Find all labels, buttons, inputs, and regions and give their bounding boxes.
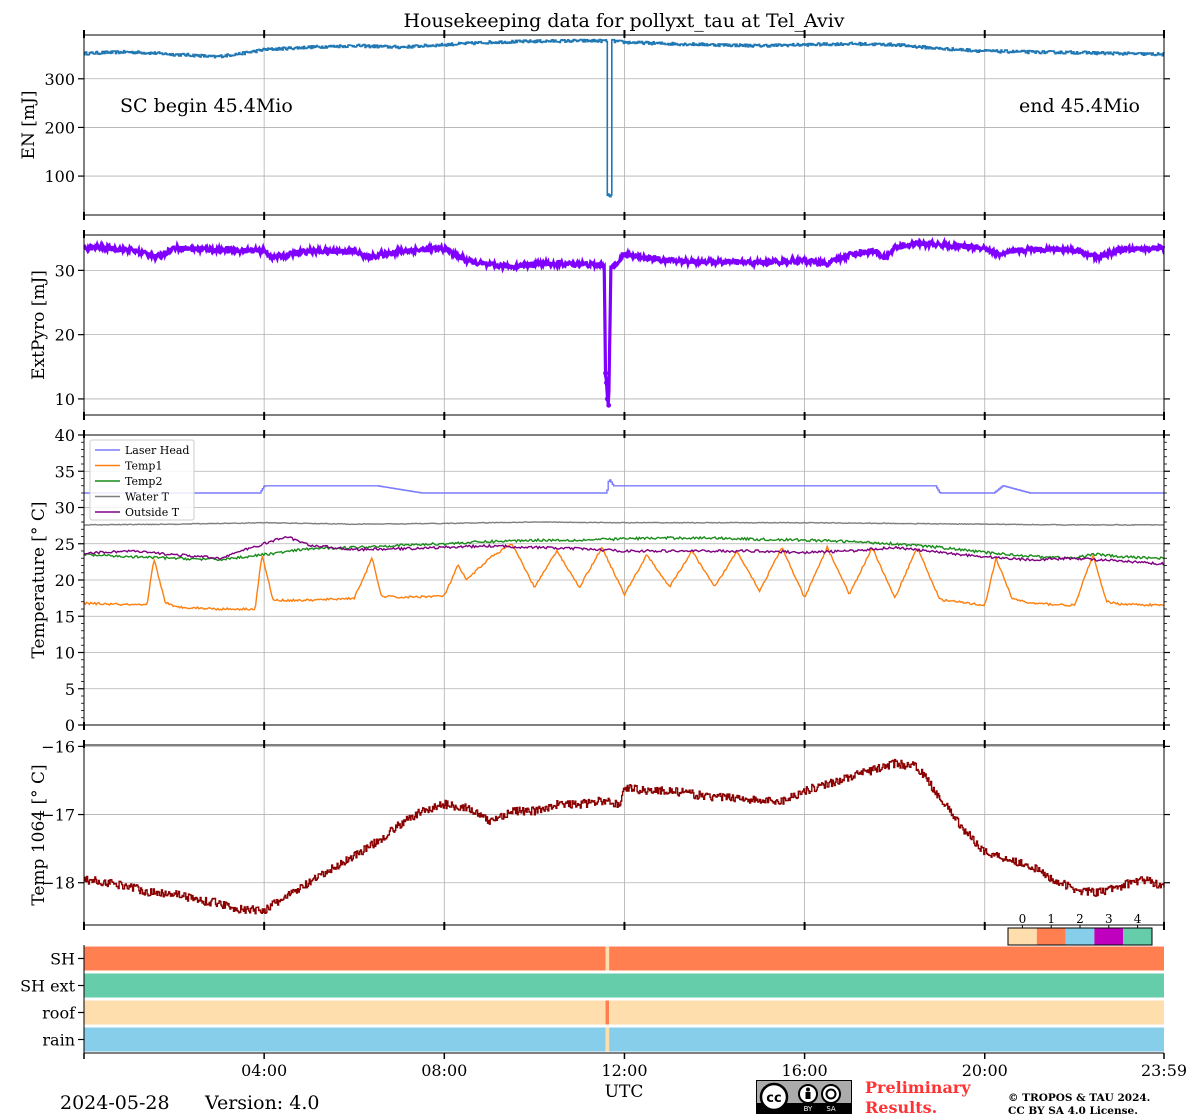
colorbar-swatch-0: [1008, 928, 1037, 945]
ytick-label-2: 30: [55, 261, 75, 280]
status-cell: [609, 1027, 1164, 1052]
legend-label-4: Outside T: [125, 506, 180, 519]
colorbar-swatch-2: [1065, 928, 1095, 945]
preliminary-line1: Preliminary: [865, 1078, 971, 1097]
date-label: 2024-05-28: [60, 1092, 170, 1114]
ytick-label-2: 300: [44, 70, 75, 89]
temperature-series-laser-head: [84, 479, 1164, 494]
svg-text:cc: cc: [766, 1091, 781, 1106]
temp1064-series-line: [84, 758, 1165, 915]
xtick-label-1: 08:00: [421, 1061, 467, 1080]
y-axis-label: Temp 1064 [° C]: [29, 764, 49, 905]
preliminary-line2: Results.: [865, 1098, 938, 1117]
y-axis-label: Temperature [° C]: [29, 502, 49, 659]
copyright-line2: CC BY SA 4.0 License.: [1008, 1105, 1138, 1117]
ytick-label-7: 35: [55, 462, 75, 481]
legend-label-2: Temp2: [125, 475, 162, 488]
ytick-label-0: 10: [55, 390, 75, 409]
legend-label-1: Temp1: [125, 460, 162, 473]
x-axis-label: UTC: [605, 1082, 644, 1102]
extpyro-point: [604, 380, 609, 386]
axes-frame: [83, 744, 1165, 926]
energy-series-line: [84, 38, 1165, 198]
legend-label-3: Water T: [125, 491, 170, 504]
colorbar-label-4: 4: [1134, 912, 1142, 926]
housekeeping-figure: Housekeeping data for pollyxt_tau at Tel…: [19, 10, 1187, 1102]
extpyro-point: [604, 396, 610, 402]
ytick-label-4: 20: [55, 571, 75, 590]
ytick-label-1: 5: [65, 680, 75, 699]
copyright-line1: © TROPOS & TAU 2024.: [1008, 1092, 1151, 1104]
ytick-label-8: 40: [55, 426, 75, 445]
colorbar-swatch-3: [1094, 928, 1124, 945]
xtick-label-2: 12:00: [601, 1061, 647, 1080]
legend-label-0: Laser Head: [125, 444, 189, 457]
cc-license-badge: cc BY SA: [756, 1080, 852, 1114]
colorbar-label-3: 3: [1105, 912, 1113, 926]
colorbar-label-2: 2: [1076, 912, 1084, 926]
ytick-label-1: 20: [55, 326, 75, 345]
status-cell: [84, 946, 606, 971]
status-row-label: roof: [42, 1004, 76, 1023]
xtick-label-5: 23:59: [1141, 1061, 1187, 1080]
colorbar-swatch-4: [1123, 928, 1152, 945]
colorbar-swatch-1: [1036, 928, 1066, 945]
status-cell: [609, 946, 1164, 971]
axes-frame: [83, 34, 1165, 216]
svg-text:BY: BY: [804, 1105, 813, 1113]
temperature-series-outside-t: [83, 536, 1165, 566]
temperature-panel: 0 5 10 15 20 25 30 35 40 Temperature [° C] Laser H…: [29, 426, 1170, 735]
y-axis-label: ExtPyro [mJ]: [29, 270, 49, 380]
colorbar-label-1: 1: [1047, 912, 1055, 926]
xtick-label-0: 04:00: [241, 1061, 287, 1080]
extpyro-point: [606, 402, 612, 408]
energy-panel: 100 200 300 EN [mJ]: [19, 30, 1170, 220]
cc-badge-icon: cc BY SA: [757, 1082, 851, 1113]
status-panel: SHSH extroofrain04:00 08:00 12:00 16:00 20:0…: [20, 912, 1187, 1080]
energy-annotation-end: end 45.4Mio: [1019, 95, 1140, 117]
preliminary-notice: Preliminary Results.: [865, 1078, 971, 1118]
ytick-label-6: 30: [55, 499, 75, 518]
temperature-series-water-t: [84, 521, 1164, 526]
status-cell: [605, 946, 610, 971]
temp1064-panel: −18−17−16Temp 1064 [° C]: [29, 737, 1170, 930]
ytick-label-2: −16: [41, 737, 75, 756]
status-cell: [605, 1000, 610, 1025]
copyright-notice: © TROPOS & TAU 2024. CC BY SA 4.0 Licens…: [1008, 1092, 1150, 1118]
status-row-label: rain: [42, 1031, 75, 1050]
status-cell: [605, 1027, 610, 1052]
ytick-label-3: 15: [55, 607, 75, 626]
status-row-label: SH ext: [20, 977, 75, 996]
axes-frame: [83, 234, 1165, 416]
extpyro-series-line: [83, 236, 1166, 404]
xtick-label-3: 16:00: [782, 1061, 828, 1080]
extpyro-panel: 10 20 30 ExtPyro [mJ]: [29, 230, 1170, 420]
status-cell: [609, 1000, 1164, 1025]
version-label: Version: 4.0: [205, 1092, 320, 1114]
ytick-label-0: 0: [65, 716, 75, 735]
status-cell: [84, 1000, 606, 1025]
y-axis-label: EN [mJ]: [19, 91, 39, 160]
svg-text:SA: SA: [826, 1105, 836, 1113]
ytick-label-1: 200: [44, 118, 75, 137]
ytick-label-0: 100: [44, 167, 75, 186]
status-cell: [84, 973, 1164, 998]
energy-annotation-begin: SC begin 45.4Mio: [120, 95, 293, 117]
colorbar-label-0: 0: [1019, 912, 1027, 926]
extpyro-point: [603, 370, 608, 376]
status-row-label: SH: [50, 950, 75, 969]
ytick-label-2: 10: [55, 644, 75, 663]
figure-title: Housekeeping data for pollyxt_tau at Tel…: [403, 10, 844, 32]
ytick-label-5: 25: [55, 535, 75, 554]
status-cell: [84, 1027, 606, 1052]
